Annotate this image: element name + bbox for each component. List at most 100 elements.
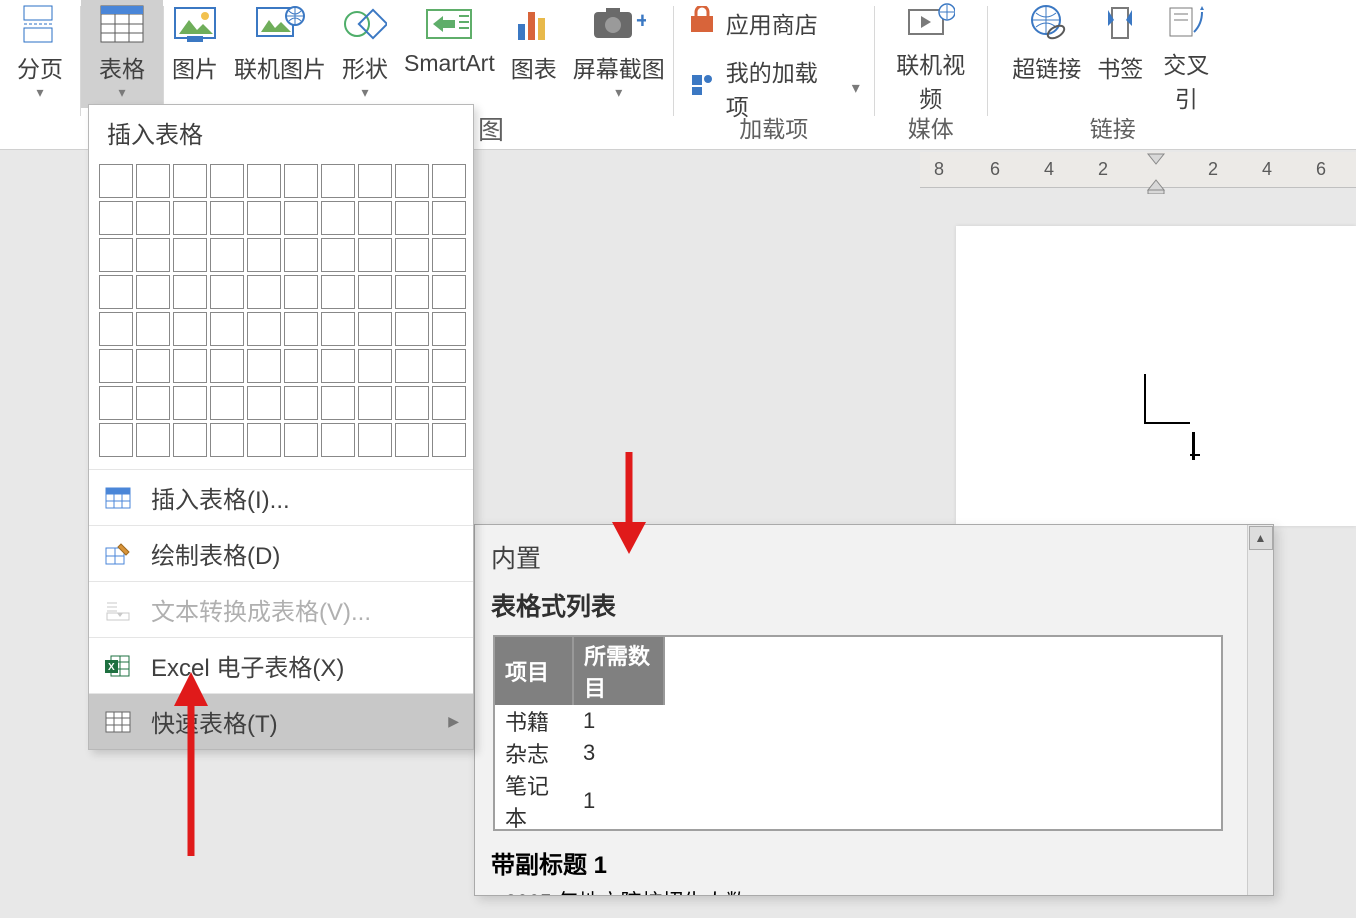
grid-cell[interactable] xyxy=(210,312,244,346)
grid-cell[interactable] xyxy=(395,349,429,383)
excel-sheet-menuitem[interactable]: X Excel 电子表格(X) xyxy=(89,637,473,693)
scroll-up-icon[interactable]: ▲ xyxy=(1249,526,1273,550)
grid-cell[interactable] xyxy=(99,275,133,309)
grid-cell[interactable] xyxy=(136,423,170,457)
grid-cell[interactable] xyxy=(395,201,429,235)
grid-cell[interactable] xyxy=(284,164,318,198)
grid-cell[interactable] xyxy=(321,312,355,346)
grid-cell[interactable] xyxy=(395,312,429,346)
grid-cell[interactable] xyxy=(395,164,429,198)
document-page[interactable] xyxy=(956,226,1356,526)
grid-cell[interactable] xyxy=(284,275,318,309)
grid-cell[interactable] xyxy=(136,238,170,272)
quick-table-menuitem[interactable]: 快速表格(T) ▶ xyxy=(89,693,473,749)
grid-cell[interactable] xyxy=(136,164,170,198)
grid-cell[interactable] xyxy=(358,312,392,346)
grid-cell[interactable] xyxy=(99,238,133,272)
hyperlink-button[interactable]: 超链接 xyxy=(1004,0,1089,108)
crossref-button[interactable]: 交叉引 xyxy=(1151,0,1221,108)
chart-button[interactable]: 图表 xyxy=(503,0,565,108)
grid-cell[interactable] xyxy=(321,238,355,272)
grid-cell[interactable] xyxy=(210,201,244,235)
horizontal-ruler[interactable]: 8 6 4 2 2 4 6 xyxy=(920,152,1356,188)
grid-cell[interactable] xyxy=(210,349,244,383)
grid-cell[interactable] xyxy=(173,201,207,235)
grid-cell[interactable] xyxy=(136,386,170,420)
grid-cell[interactable] xyxy=(173,238,207,272)
draw-table-menuitem[interactable]: 绘制表格(D) xyxy=(89,525,473,581)
app-store-button[interactable]: 应用商店 xyxy=(688,6,860,40)
grid-cell[interactable] xyxy=(247,386,281,420)
grid-cell[interactable] xyxy=(284,423,318,457)
grid-cell[interactable] xyxy=(173,386,207,420)
grid-cell[interactable] xyxy=(284,386,318,420)
grid-cell[interactable] xyxy=(247,275,281,309)
shapes-button[interactable]: 形状 ▾ xyxy=(334,0,396,108)
grid-cell[interactable] xyxy=(395,238,429,272)
grid-cell[interactable] xyxy=(99,201,133,235)
online-picture-button[interactable]: 联机图片 xyxy=(226,0,334,108)
grid-cell[interactable] xyxy=(321,201,355,235)
insert-table-menuitem[interactable]: 插入表格(I)... xyxy=(89,469,473,525)
grid-cell[interactable] xyxy=(173,349,207,383)
grid-cell[interactable] xyxy=(358,238,392,272)
grid-cell[interactable] xyxy=(284,312,318,346)
grid-cell[interactable] xyxy=(99,312,133,346)
grid-cell[interactable] xyxy=(136,275,170,309)
grid-cell[interactable] xyxy=(136,312,170,346)
grid-cell[interactable] xyxy=(321,423,355,457)
grid-cell[interactable] xyxy=(395,386,429,420)
grid-cell[interactable] xyxy=(432,423,466,457)
grid-cell[interactable] xyxy=(432,386,466,420)
indent-handle[interactable] xyxy=(1146,150,1162,190)
grid-cell[interactable] xyxy=(173,164,207,198)
grid-cell[interactable] xyxy=(284,238,318,272)
picture-button[interactable]: 图片 xyxy=(164,0,226,108)
grid-cell[interactable] xyxy=(247,423,281,457)
grid-cell[interactable] xyxy=(321,275,355,309)
grid-cell[interactable] xyxy=(432,312,466,346)
grid-cell[interactable] xyxy=(321,164,355,198)
paging-button[interactable]: 分页 ▾ xyxy=(0,0,80,108)
grid-cell[interactable] xyxy=(358,164,392,198)
grid-cell[interactable] xyxy=(358,275,392,309)
grid-cell[interactable] xyxy=(99,386,133,420)
smartart-button[interactable]: SmartArt xyxy=(396,0,503,108)
grid-cell[interactable] xyxy=(432,238,466,272)
grid-cell[interactable] xyxy=(432,164,466,198)
grid-cell[interactable] xyxy=(432,201,466,235)
grid-cell[interactable] xyxy=(284,349,318,383)
grid-cell[interactable] xyxy=(136,349,170,383)
online-video-button[interactable]: 联机视频 xyxy=(881,0,981,108)
grid-cell[interactable] xyxy=(321,386,355,420)
grid-cell[interactable] xyxy=(173,423,207,457)
flyout-scrollbar[interactable]: ▲ xyxy=(1247,525,1273,895)
grid-cell[interactable] xyxy=(99,164,133,198)
grid-cell[interactable] xyxy=(210,164,244,198)
screenshot-button[interactable]: + 屏幕截图 ▾ xyxy=(565,0,673,108)
grid-cell[interactable] xyxy=(247,349,281,383)
grid-cell[interactable] xyxy=(432,349,466,383)
grid-cell[interactable] xyxy=(358,349,392,383)
grid-cell[interactable] xyxy=(247,312,281,346)
grid-cell[interactable] xyxy=(395,275,429,309)
grid-cell[interactable] xyxy=(210,423,244,457)
grid-cell[interactable] xyxy=(358,386,392,420)
grid-cell[interactable] xyxy=(173,312,207,346)
grid-cell[interactable] xyxy=(210,275,244,309)
grid-cell[interactable] xyxy=(247,238,281,272)
grid-cell[interactable] xyxy=(247,201,281,235)
table-button[interactable]: 表格 ▾ xyxy=(81,0,163,108)
grid-cell[interactable] xyxy=(210,238,244,272)
table-grid-preview[interactable] xyxy=(89,160,473,469)
grid-cell[interactable] xyxy=(247,164,281,198)
grid-cell[interactable] xyxy=(432,275,466,309)
grid-cell[interactable] xyxy=(358,201,392,235)
grid-cell[interactable] xyxy=(284,201,318,235)
quick-table-preview[interactable]: 项目 所需数目 书籍1杂志3笔记本1便笺簿1钢笔3铅笔2 xyxy=(493,635,1223,831)
grid-cell[interactable] xyxy=(136,201,170,235)
bookmark-button[interactable]: 书签 xyxy=(1089,0,1151,108)
grid-cell[interactable] xyxy=(99,423,133,457)
grid-cell[interactable] xyxy=(395,423,429,457)
grid-cell[interactable] xyxy=(321,349,355,383)
